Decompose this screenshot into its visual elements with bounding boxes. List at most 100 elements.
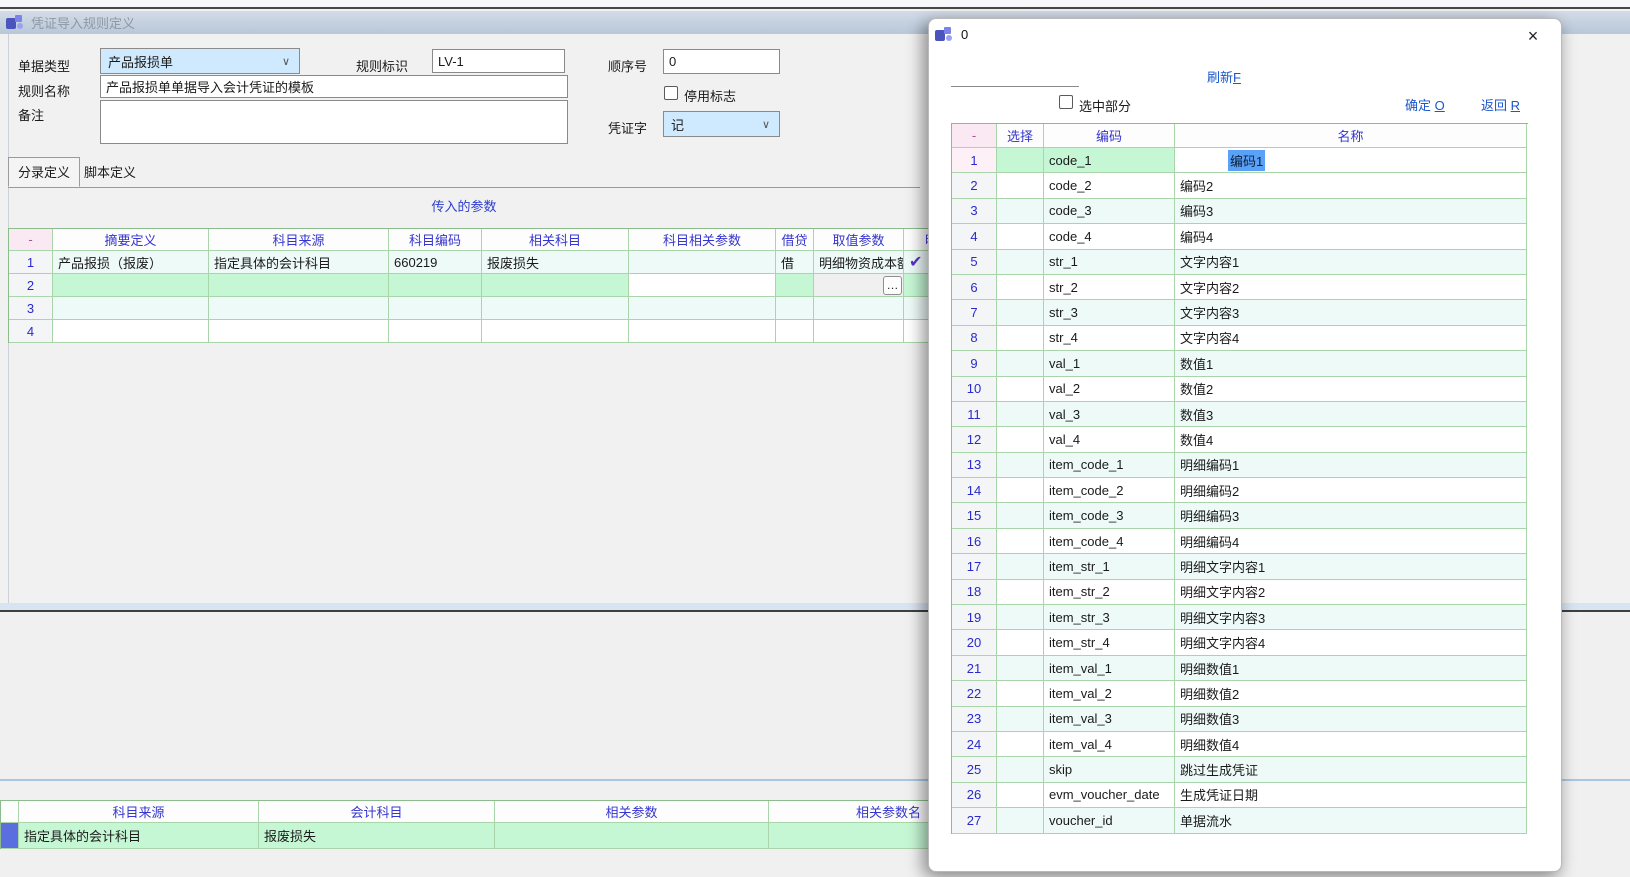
dialog-row-selector[interactable]: 14: [952, 478, 997, 503]
dialog-name-cell[interactable]: 数值1: [1175, 351, 1527, 376]
dialog-name-cell[interactable]: 明细文字内容2: [1175, 580, 1527, 605]
dialog-code-cell[interactable]: skip: [1044, 757, 1175, 782]
dialog-row-selector[interactable]: 6: [952, 275, 997, 300]
dialog-row-selector[interactable]: 13: [952, 453, 997, 478]
dialog-name-cell[interactable]: 明细文字内容1: [1175, 554, 1527, 579]
entry-grid-cell[interactable]: 指定具体的会计科目: [209, 251, 389, 274]
dialog-row-selector[interactable]: 3: [952, 199, 997, 224]
dialog-code-cell[interactable]: item_val_1: [1044, 656, 1175, 681]
dialog-row-selector[interactable]: 15: [952, 503, 997, 528]
dialog-code-cell[interactable]: item_code_1: [1044, 453, 1175, 478]
entry-grid-cell[interactable]: [389, 320, 482, 343]
edit-selection-text[interactable]: 编码1: [1228, 150, 1265, 171]
entry-row-selector[interactable]: 3: [9, 297, 53, 320]
dialog-code-cell[interactable]: str_3: [1044, 300, 1175, 325]
doc-type-combobox[interactable]: 产品报损单 ∨: [100, 48, 300, 74]
dialog-select-cell[interactable]: [997, 148, 1044, 173]
dialog-row-selector[interactable]: 17: [952, 554, 997, 579]
dialog-select-cell[interactable]: [997, 377, 1044, 402]
dialog-name-cell[interactable]: 明细编码1: [1175, 453, 1527, 478]
dialog-row-selector[interactable]: 4: [952, 224, 997, 249]
dialog-code-cell[interactable]: code_1: [1044, 148, 1175, 173]
dialog-select-cell[interactable]: [997, 224, 1044, 249]
bottom-grid-cell[interactable]: 指定具体的会计科目: [19, 823, 259, 849]
dialog-code-cell[interactable]: item_val_2: [1044, 681, 1175, 706]
dialog-row-selector[interactable]: 9: [952, 351, 997, 376]
rule-id-input[interactable]: LV-1: [432, 49, 565, 73]
dialog-code-cell[interactable]: item_code_3: [1044, 503, 1175, 528]
dialog-code-cell[interactable]: item_str_2: [1044, 580, 1175, 605]
dialog-name-cell[interactable]: 编码2: [1175, 173, 1527, 198]
dialog-row-selector[interactable]: 2: [952, 173, 997, 198]
dialog-select-cell[interactable]: [997, 275, 1044, 300]
entry-grid-cell[interactable]: 报废损失: [482, 251, 629, 274]
entry-grid-cell[interactable]: 明细物资成本额: [814, 251, 904, 274]
dialog-select-cell[interactable]: [997, 453, 1044, 478]
dialog-name-cell[interactable]: 数值2: [1175, 377, 1527, 402]
dialog-select-cell[interactable]: [997, 656, 1044, 681]
dialog-name-cell[interactable]: 明细数值3: [1175, 707, 1527, 732]
dialog-select-cell[interactable]: [997, 199, 1044, 224]
dialog-code-cell[interactable]: val_2: [1044, 377, 1175, 402]
chevron-down-icon[interactable]: ∨: [278, 55, 294, 68]
dialog-select-cell[interactable]: [997, 630, 1044, 655]
entry-grid-cell[interactable]: [482, 274, 629, 297]
dialog-code-cell[interactable]: item_val_4: [1044, 732, 1175, 757]
entry-grid-cell[interactable]: [776, 297, 814, 320]
dialog-code-cell[interactable]: val_3: [1044, 402, 1175, 427]
entry-grid-cell[interactable]: [629, 297, 776, 320]
dialog-select-cell[interactable]: [997, 351, 1044, 376]
dialog-code-cell[interactable]: item_code_4: [1044, 529, 1175, 554]
dialog-name-cell[interactable]: 数值4: [1175, 427, 1527, 452]
dialog-code-cell[interactable]: code_3: [1044, 199, 1175, 224]
dialog-row-selector[interactable]: 21: [952, 656, 997, 681]
dialog-name-cell[interactable]: 明细文字内容4: [1175, 630, 1527, 655]
dialog-row-selector[interactable]: 24: [952, 732, 997, 757]
tab-script-definition[interactable]: 脚本定义: [74, 157, 146, 187]
dialog-select-cell[interactable]: [997, 427, 1044, 452]
dialog-select-cell[interactable]: [997, 503, 1044, 528]
dialog-select-cell[interactable]: [997, 554, 1044, 579]
dialog-titlebar[interactable]: 0: [929, 19, 1561, 49]
dialog-code-cell[interactable]: code_2: [1044, 173, 1175, 198]
disable-flag-checkbox[interactable]: [664, 86, 678, 100]
dialog-row-selector[interactable]: 11: [952, 402, 997, 427]
entry-grid-cell[interactable]: [482, 320, 629, 343]
dialog-row-selector[interactable]: 5: [952, 250, 997, 275]
dialog-name-cell[interactable]: 生成凭证日期: [1175, 783, 1527, 808]
entry-grid-cell[interactable]: [814, 297, 904, 320]
voucher-word-combobox[interactable]: 记 ∨: [663, 111, 780, 137]
dialog-select-cell[interactable]: [997, 250, 1044, 275]
dialog-row-selector[interactable]: 7: [952, 300, 997, 325]
entry-grid-cell[interactable]: [482, 297, 629, 320]
dialog-select-cell[interactable]: [997, 300, 1044, 325]
dialog-name-cell[interactable]: 文字内容1: [1175, 250, 1527, 275]
entry-grid-cell[interactable]: [629, 274, 776, 297]
dialog-name-cell[interactable]: 明细数值1: [1175, 656, 1527, 681]
dialog-name-cell[interactable]: 单据流水: [1175, 808, 1527, 833]
dialog-name-cell[interactable]: 文字内容2: [1175, 275, 1527, 300]
dialog-name-cell[interactable]: 明细编码2: [1175, 478, 1527, 503]
dialog-row-selector[interactable]: 18: [952, 580, 997, 605]
dialog-select-cell[interactable]: [997, 732, 1044, 757]
dialog-code-cell[interactable]: val_4: [1044, 427, 1175, 452]
dialog-code-cell[interactable]: item_code_2: [1044, 478, 1175, 503]
entry-grid-cell[interactable]: [209, 320, 389, 343]
entry-row-selector[interactable]: 2: [9, 274, 53, 297]
dialog-code-cell[interactable]: item_val_3: [1044, 707, 1175, 732]
dialog-row-selector[interactable]: 27: [952, 808, 997, 833]
bottom-row-selector[interactable]: [1, 823, 19, 849]
dialog-select-cell[interactable]: [997, 173, 1044, 198]
rule-name-input[interactable]: 产品报损单单据导入会计凭证的模板: [100, 75, 568, 98]
refresh-link[interactable]: 刷新F: [1207, 67, 1241, 86]
back-link[interactable]: 返回 R: [1481, 95, 1520, 114]
remark-textarea[interactable]: [100, 100, 568, 144]
dialog-code-cell[interactable]: evm_voucher_date: [1044, 783, 1175, 808]
bottom-grid-cell[interactable]: 报废损失: [259, 823, 495, 849]
entry-grid-cell[interactable]: [629, 320, 776, 343]
dialog-row-selector[interactable]: 16: [952, 529, 997, 554]
tab-entry-definition[interactable]: 分录定义: [8, 157, 80, 187]
entry-row-selector[interactable]: 4: [9, 320, 53, 343]
dialog-select-cell[interactable]: [997, 478, 1044, 503]
bottom-grid-cell[interactable]: [495, 823, 769, 849]
